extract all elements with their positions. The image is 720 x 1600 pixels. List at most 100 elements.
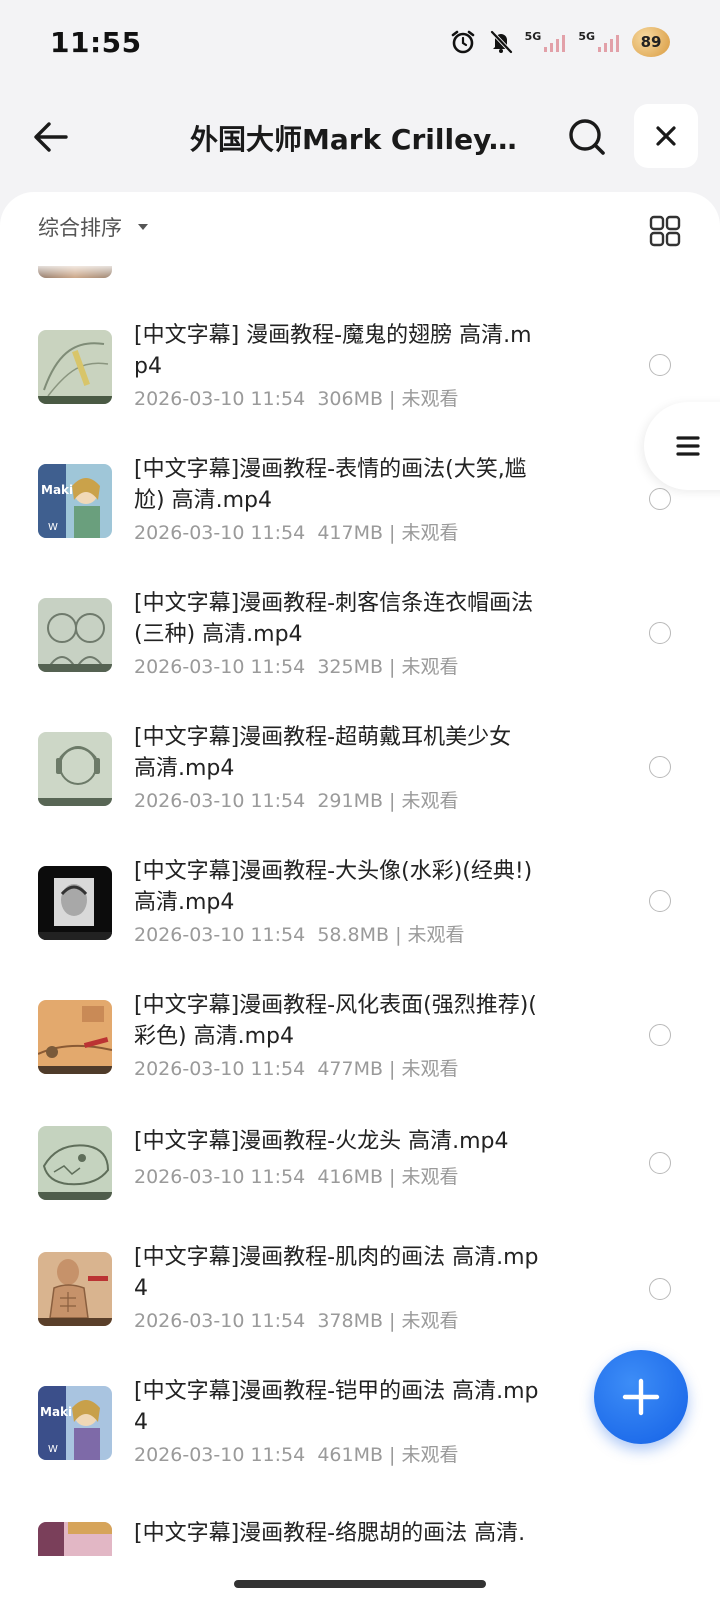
file-row[interactable]: [中文字幕]漫画教程-大头像(水彩)(经典!) 高清.mp4 2026-03-1… xyxy=(0,834,720,968)
file-row[interactable]: [中文字幕]漫画教程-超萌戴耳机美少女 高清.mp4 2026-03-10 11… xyxy=(0,700,720,834)
select-radio[interactable] xyxy=(649,890,671,912)
grid-view-button[interactable] xyxy=(648,214,682,248)
watch-status: 未观看 xyxy=(401,1444,459,1466)
video-thumbnail xyxy=(38,732,112,806)
svg-text:W: W xyxy=(48,522,58,533)
file-size: 58.8MB xyxy=(317,924,390,946)
video-thumbnail xyxy=(38,1126,112,1200)
add-button[interactable] xyxy=(594,1350,688,1444)
select-radio[interactable] xyxy=(649,1152,671,1174)
file-size: 291MB xyxy=(317,790,384,812)
file-size: 477MB xyxy=(317,1058,384,1080)
file-size: 417MB xyxy=(317,522,384,544)
file-row[interactable]: [中文字幕]漫画教程-风化表面(强烈推荐)( 彩色) 高清.mp4 2026-0… xyxy=(0,968,720,1102)
file-name: [中文字幕]漫画教程-大头像(水彩)(经典!) 高清.mp4 xyxy=(134,859,533,915)
file-date: 2026-03-10 11:54 xyxy=(134,1058,306,1080)
file-size: 306MB xyxy=(317,388,384,410)
video-thumbnail xyxy=(38,1522,112,1556)
file-size: 416MB xyxy=(317,1166,384,1188)
back-button[interactable] xyxy=(26,112,76,162)
file-meta: 2026-03-10 11:54 291MB | 未观看 xyxy=(134,790,459,812)
file-date: 2026-03-10 11:54 xyxy=(134,1310,306,1332)
sort-dropdown[interactable]: 综合排序 xyxy=(38,212,150,242)
status-icons: 5G 5G 89 xyxy=(449,27,670,57)
file-name: [中文字幕]漫画教程-肌肉的画法 高清.mp 4 xyxy=(134,1245,539,1301)
watch-status: 未观看 xyxy=(401,656,459,678)
file-name: [中文字幕]漫画教程-超萌戴耳机美少女 高清.mp4 xyxy=(134,725,512,781)
select-radio[interactable] xyxy=(649,756,671,778)
file-date: 2026-03-10 11:54 xyxy=(134,656,306,678)
svg-text:Maki: Maki xyxy=(40,1405,72,1419)
file-meta: 2026-03-10 11:54 417MB | 未观看 xyxy=(134,522,459,544)
file-name: [中文字幕]漫画教程-火龙头 高清.mp4 xyxy=(134,1129,509,1154)
file-meta: 2026-03-10 11:54 416MB | 未观看 xyxy=(134,1166,459,1188)
signal-2: 5G xyxy=(578,30,622,54)
file-name: [中文字幕]漫画教程-刺客信条连衣帽画法 (三种) 高清.mp4 xyxy=(134,591,534,647)
video-thumbnail xyxy=(38,330,112,404)
home-indicator[interactable] xyxy=(234,1580,486,1588)
video-thumbnail xyxy=(38,866,112,940)
file-meta: 2026-03-10 11:54 477MB | 未观看 xyxy=(134,1058,459,1080)
sort-label: 综合排序 xyxy=(38,216,122,240)
header: 外国大师Mark Crilley... xyxy=(0,100,720,174)
mute-bell-icon xyxy=(487,28,515,56)
signal-bars-icon xyxy=(598,35,619,52)
watch-status: 未观看 xyxy=(401,1166,459,1188)
video-thumbnail xyxy=(38,1000,112,1074)
file-row[interactable]: [中文字幕]漫画教程-火龙头 高清.mp4 2026-03-10 11:54 4… xyxy=(0,1102,720,1228)
alarm-icon xyxy=(449,28,477,56)
file-meta: 2026-03-10 11:54 461MB | 未观看 xyxy=(134,1444,459,1466)
watch-status: 未观看 xyxy=(401,1058,459,1080)
video-thumbnail: Maki W xyxy=(38,464,112,538)
file-meta: 2026-03-10 11:54 306MB | 未观看 xyxy=(134,388,459,410)
watch-status: 未观看 xyxy=(401,388,459,410)
watch-status: 未观看 xyxy=(401,522,459,544)
watch-status: 未观看 xyxy=(407,924,465,946)
file-name: [中文字幕]漫画教程-风化表面(强烈推荐)( 彩色) 高清.mp4 xyxy=(134,993,537,1049)
file-row[interactable]: [中文字幕]漫画教程-肌肉的画法 高清.mp 4 2026-03-10 11:5… xyxy=(0,1228,720,1362)
file-date: 2026-03-10 11:54 xyxy=(134,388,306,410)
file-row[interactable]: [中文字幕]漫画教程-络腮胡的画法 高清. xyxy=(0,1496,720,1556)
signal-bars-icon xyxy=(544,35,566,52)
watch-status: 未观看 xyxy=(401,790,459,812)
triangle-down-icon xyxy=(138,224,148,230)
search-button[interactable] xyxy=(562,112,612,162)
video-thumbnail xyxy=(38,598,112,672)
select-radio[interactable] xyxy=(649,1024,671,1046)
video-thumbnail xyxy=(38,1252,112,1326)
file-date: 2026-03-10 11:54 xyxy=(134,924,306,946)
file-name: [中文字幕]漫画教程-表情的画法(大笑,尴 尬) 高清.mp4 xyxy=(134,457,527,513)
svg-text:Maki: Maki xyxy=(41,483,73,497)
select-radio[interactable] xyxy=(649,488,671,510)
select-radio[interactable] xyxy=(649,354,671,376)
file-meta: 2026-03-10 11:54 325MB | 未观看 xyxy=(134,656,459,678)
status-bar: 11:55 5G 5G 89 xyxy=(0,0,720,84)
svg-text:W: W xyxy=(48,1444,58,1455)
file-date: 2026-03-10 11:54 xyxy=(134,1444,306,1466)
file-row[interactable]: [中文字幕] 漫画教程-魔鬼的翅膀 高清.m p4 2026-03-10 11:… xyxy=(0,298,720,432)
file-row[interactable]: [中文字幕]漫画教程-刺客信条连衣帽画法 (三种) 高清.mp4 2026-03… xyxy=(0,566,720,700)
file-size: 461MB xyxy=(317,1444,384,1466)
file-size: 378MB xyxy=(317,1310,384,1332)
search-icon xyxy=(569,119,605,155)
menu-icon xyxy=(676,436,700,456)
file-date: 2026-03-10 11:54 xyxy=(134,522,306,544)
file-name: [中文字幕]漫画教程-铠甲的画法 高清.mp 4 xyxy=(134,1379,539,1435)
file-row[interactable]: Maki W [中文字幕]漫画教程-表情的画法(大笑,尴 尬) 高清.mp4 20… xyxy=(0,432,720,566)
select-radio[interactable] xyxy=(649,1278,671,1300)
file-meta: 2026-03-10 11:54 378MB | 未观看 xyxy=(134,1310,459,1332)
video-thumbnail: Maki W xyxy=(38,1386,112,1460)
file-name: [中文字幕] 漫画教程-魔鬼的翅膀 高清.m p4 xyxy=(134,323,532,379)
network-type-2: 5G xyxy=(578,30,595,43)
arrow-left-icon xyxy=(34,122,68,152)
file-date: 2026-03-10 11:54 xyxy=(134,790,306,812)
file-meta: 2026-03-10 11:54 58.8MB | 未观看 xyxy=(134,924,465,946)
file-size: 325MB xyxy=(317,656,384,678)
close-button[interactable] xyxy=(634,104,698,168)
status-time: 11:55 xyxy=(50,25,142,59)
network-type-1: 5G xyxy=(524,30,542,43)
file-name: [中文字幕]漫画教程-络腮胡的画法 高清. xyxy=(134,1521,526,1546)
watch-status: 未观看 xyxy=(401,1310,459,1332)
battery-indicator: 89 xyxy=(632,27,670,57)
select-radio[interactable] xyxy=(649,622,671,644)
